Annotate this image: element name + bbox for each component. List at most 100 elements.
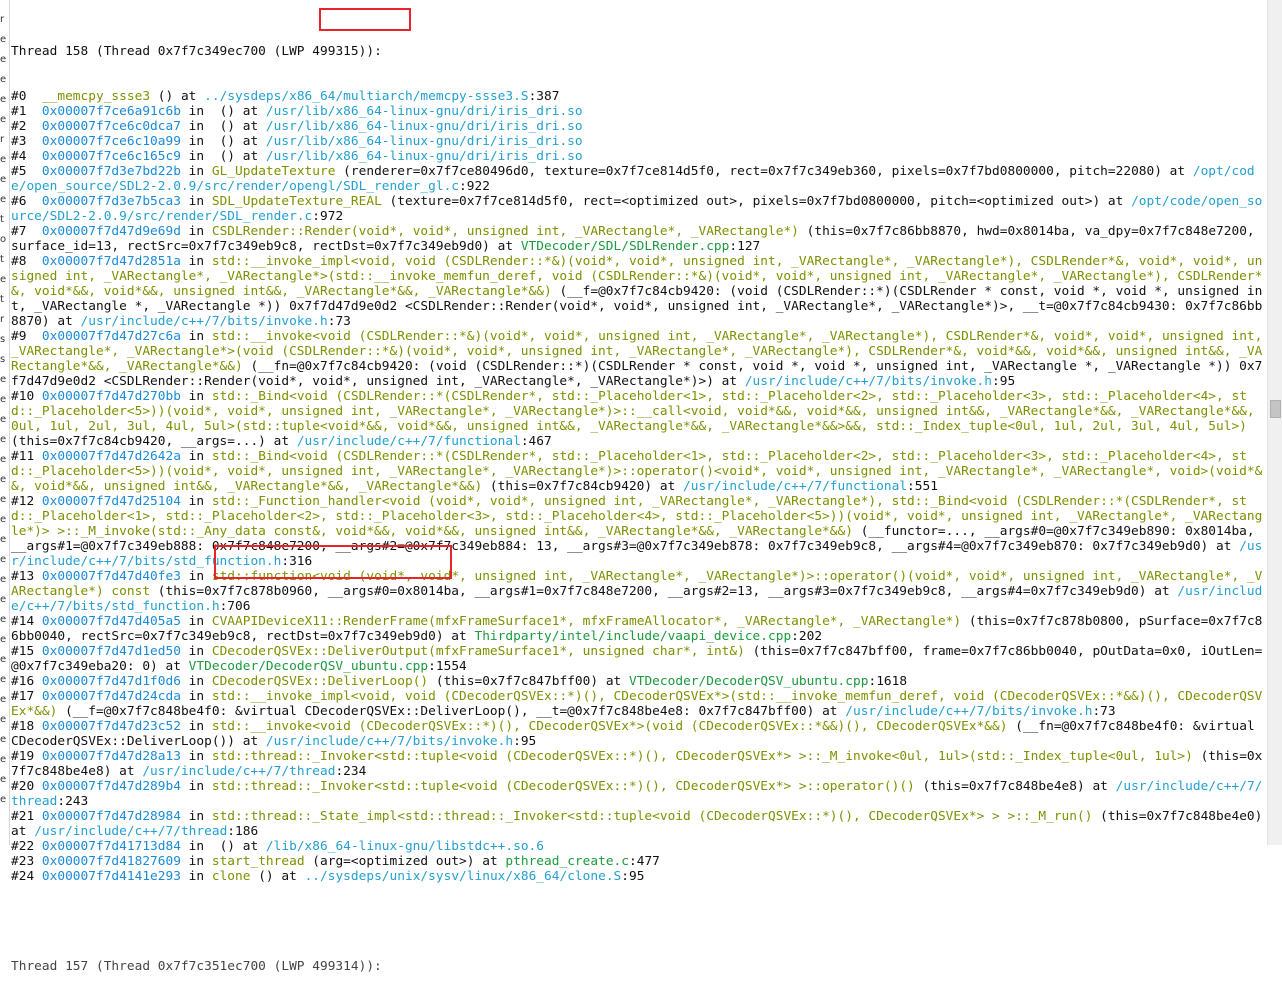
frame-function: CSDLRender::Render(void*, void*, unsigne… xyxy=(211,224,799,239)
frame-address: 0x00007f7d47d2642a xyxy=(41,449,181,464)
left-strip-char: e xyxy=(0,74,7,85)
frame-number: #23 xyxy=(11,854,42,869)
frame-address: 0x00007f7d47d405a5 xyxy=(41,614,181,629)
frame-text: in xyxy=(180,569,212,584)
frame-number: #9 xyxy=(11,329,42,344)
frame-address: 0x00007f7d41713d84 xyxy=(41,839,181,854)
frame-text: in xyxy=(180,164,212,179)
frame-text: :73 xyxy=(327,314,351,329)
left-strip-char: e xyxy=(0,274,7,285)
frame-number: #22 xyxy=(11,839,42,854)
stack-frames: #0 __memcpy_ssse3 () at ../sysdeps/x86_6… xyxy=(11,89,1266,884)
frame-text: :316 xyxy=(281,554,313,569)
left-strip-char: e xyxy=(0,54,7,65)
stack-frame-18: #18 0x00007f7d47d23c52 in std::__invoke<… xyxy=(11,719,1266,749)
stack-frame-21: #21 0x00007f7d47d28984 in std::thread::_… xyxy=(11,809,1266,839)
left-strip-char: e xyxy=(0,654,7,665)
frame-text: :234 xyxy=(335,764,367,779)
frame-text: (this=0x7f7c848be4e8) at xyxy=(914,779,1116,794)
left-strip-char: e xyxy=(0,514,7,525)
left-panel-strip: reeeeereeetotetrsseeeeeeeeeeeeeeeeeeeeee xyxy=(0,0,10,845)
left-strip-char: e xyxy=(0,674,7,685)
thread-header-prefix: Thread 158 (Thread 0x7f7c349ec700 (LWP xyxy=(11,44,313,59)
left-strip-char: e xyxy=(0,614,7,625)
frame-source-path: /usr/lib/x86_64-linux-gnu/dri/iris_dri.s… xyxy=(265,149,583,164)
frame-function: CDecoderQSVEx::DeliverLoop() xyxy=(211,674,429,689)
frame-number: #24 xyxy=(11,869,42,884)
left-strip-char: e xyxy=(0,554,7,565)
frame-text: in xyxy=(180,329,212,344)
frame-number: #21 xyxy=(11,809,42,824)
frame-source-path: /usr/include/c++/7/thread xyxy=(142,764,336,779)
frame-address: 0x00007f7ce6a91c6b xyxy=(41,104,181,119)
frame-source-path: /usr/include/c++/7/functional xyxy=(683,479,908,494)
stack-frame-13: #13 0x00007f7d47d40fe3 in std::function<… xyxy=(11,569,1266,614)
frame-text: in xyxy=(180,854,212,869)
frame-text: in xyxy=(180,224,212,239)
frame-text: :477 xyxy=(629,854,660,869)
left-strip-char: e xyxy=(0,594,7,605)
left-strip-char: e xyxy=(0,534,7,545)
frame-source-path: /usr/include/c++/7/bits/invoke.h xyxy=(744,374,993,389)
left-strip-char: e xyxy=(0,94,7,105)
frame-address: 0x00007f7d47d28984 xyxy=(41,809,181,824)
thread-header-line: Thread 158 (Thread 0x7f7c349ec700 (LWP 4… xyxy=(11,44,1266,59)
frame-text: in xyxy=(180,719,212,734)
frame-source-path: /usr/include/c++/7/functional xyxy=(296,434,521,449)
left-strip-char: e xyxy=(0,474,7,485)
frame-number: #18 xyxy=(11,719,42,734)
frame-address: 0x00007f7d47d24cda xyxy=(41,689,181,704)
frame-function: std::thread::_Invoker<std::tuple<void (C… xyxy=(211,749,1193,764)
stack-frame-15: #15 0x00007f7d47d1ed50 in CDecoderQSVEx:… xyxy=(11,644,1266,674)
left-strip-char: e xyxy=(0,774,7,785)
frame-source-path: ../sysdeps/x86_64/multiarch/memcpy-ssse3… xyxy=(204,89,529,104)
frame-address: 0x00007f7d47d40fe3 xyxy=(41,569,181,584)
frame-text: :127 xyxy=(729,239,761,254)
left-strip-char: o xyxy=(0,234,7,245)
frame-text: in xyxy=(180,449,212,464)
frame-text: (__f=@0x7f7c848be4f0: &virtual CDecoderQ… xyxy=(57,704,846,719)
left-strip-char: e xyxy=(0,154,7,165)
left-strip-char: e xyxy=(0,794,7,805)
frame-number: #19 xyxy=(11,749,42,764)
vertical-scrollbar[interactable] xyxy=(1267,0,1282,845)
frame-function: std::__invoke<void (CDecoderQSVEx::*)(),… xyxy=(211,719,1008,734)
left-strip-char: r xyxy=(0,134,5,145)
frame-number: #5 xyxy=(11,164,42,179)
frame-source-file: pthread_create.c xyxy=(505,854,629,869)
left-strip-char: e xyxy=(0,194,7,205)
frame-text: :202 xyxy=(791,629,823,644)
gdb-backtrace-output[interactable]: Thread 158 (Thread 0x7f7c349ec700 (LWP 4… xyxy=(11,14,1266,989)
frame-function: GL_UpdateTexture xyxy=(211,164,336,179)
frame-number: #14 xyxy=(11,614,42,629)
frame-text: (texture=0x7f7ce814d5f0, rect=<optimized… xyxy=(381,194,1132,209)
stack-frame-19: #19 0x00007f7d47d28a13 in std::thread::_… xyxy=(11,749,1266,779)
stack-frame-14: #14 0x00007f7d47d405a5 in CVAAPIDeviceX1… xyxy=(11,614,1266,644)
stack-frame-22: #22 0x00007f7d41713d84 in () at /lib/x86… xyxy=(11,839,1266,854)
stack-frame-17: #17 0x00007f7d47d24cda in std::__invoke_… xyxy=(11,689,1266,719)
frame-function: CVAAPIDeviceX11::RenderFrame(mfxFrameSur… xyxy=(211,614,962,629)
left-strip-char: e xyxy=(0,714,7,725)
frame-address: 0x00007f7d47d289b4 xyxy=(41,779,181,794)
left-strip-char: e xyxy=(0,174,7,185)
frame-function: SDL_UpdateTexture_REAL xyxy=(211,194,382,209)
left-strip-char: e xyxy=(0,494,7,505)
left-strip-char: e xyxy=(0,414,7,425)
stack-frame-20: #20 0x00007f7d47d289b4 in std::thread::_… xyxy=(11,779,1266,809)
frame-address: 0x00007f7ce6c165c9 xyxy=(41,149,181,164)
frame-text: (renderer=0x7f7ce80496d0, texture=0x7f7c… xyxy=(335,164,1193,179)
stack-frame-6: #6 0x00007f7d3e7b5ca3 in SDL_UpdateTextu… xyxy=(11,194,1266,224)
frame-text: (arg=<optimized out>) at xyxy=(304,854,506,869)
frame-number: #11 xyxy=(11,449,42,464)
frame-text: () at xyxy=(250,869,305,884)
scrollbar-thumb[interactable] xyxy=(1270,400,1281,418)
frame-source-path: /usr/include/c++/7/bits/invoke.h xyxy=(845,704,1093,719)
left-strip-char: e xyxy=(0,754,7,765)
frame-address: 0x00007f7d47d25104 xyxy=(41,494,181,509)
thread-header-suffix: )): xyxy=(358,44,382,59)
frame-text: :972 xyxy=(312,209,344,224)
frame-text: :551 xyxy=(907,479,938,494)
frame-number: #8 xyxy=(11,254,42,269)
stack-frame-24: #24 0x00007f7d4141e293 in clone () at ..… xyxy=(11,869,1266,884)
